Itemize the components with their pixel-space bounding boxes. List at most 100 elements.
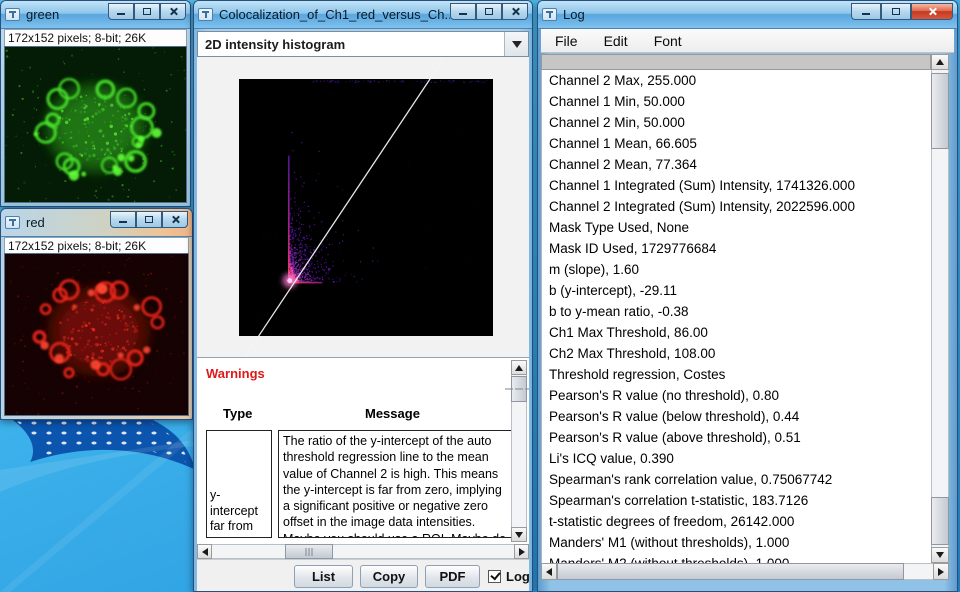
histogram-view-dropdown[interactable]: 2D intensity histogram [197,31,529,57]
maximize-button[interactable] [476,3,502,20]
scroll-up-button[interactable] [511,360,527,375]
imagej-icon [5,216,20,229]
imagej-icon [5,8,20,21]
green-window-titlebar[interactable]: green [1,1,190,29]
copy-button[interactable]: Copy [360,565,418,588]
restore-icon [145,216,153,223]
maximize-icon [143,8,151,15]
scrollbar-thumb[interactable] [931,497,949,545]
log-window-titlebar[interactable]: Log [538,1,957,29]
image-info-text: 172x152 pixels; 8-bit; 26K [4,29,187,46]
log-line: Channel 2 Max, 255.000 [549,73,931,94]
scroll-up-button[interactable] [931,54,949,70]
restore-button[interactable] [881,3,911,20]
log-line: Channel 2 Integrated (Sum) Intensity, 20… [549,199,931,220]
menu-file[interactable]: File [555,33,578,49]
red-window-titlebar[interactable]: red [1,209,192,237]
log-text-area[interactable]: Channel 2 Max, 255.000 Channel 1 Min, 50… [541,70,931,563]
log-menu-bar: File Edit Font [541,29,954,53]
restore-icon [892,8,900,15]
desktop: green 172x152 pixels; 8-bit; 26K red [0,0,960,592]
menu-edit[interactable]: Edit [604,33,628,49]
log-line: Pearson's R value (below threshold), 0.4… [549,409,931,430]
minimize-button[interactable] [108,3,134,20]
log-vscrollbar-thumb[interactable] [931,73,949,149]
scroll-right-button[interactable] [933,563,949,580]
colocalization-window: Colocalization_of_Ch1_red_versus_Ch... 2… [193,0,533,592]
warning-type-cell[interactable]: y-intercept far from [206,430,272,538]
minimize-icon [117,13,125,15]
restore-button[interactable] [136,211,162,228]
scroll-down-button[interactable] [931,547,949,563]
warnings-hscrollbar[interactable] [197,544,529,559]
log-hscrollbar[interactable] [541,563,949,580]
arrow-right-icon [519,548,525,556]
log-checkbox-label: Log [506,569,530,584]
arrow-left-icon [546,568,552,576]
2d-histogram-panel[interactable] [197,57,529,357]
log-vscrollbar[interactable] [931,54,949,563]
log-line: Pearson's R value (above threshold), 0.5… [549,430,931,451]
dropdown-selected-value: 2D intensity histogram [198,37,504,52]
log-line: b (y-intercept), -29.11 [549,283,931,304]
log-window-body: File Edit Font Channel 2 Max, 255.000 Ch… [538,29,957,591]
coloc-window-titlebar[interactable]: Colocalization_of_Ch1_red_versus_Ch... [194,1,532,29]
warnings-scrollbar-thumb[interactable] [511,376,527,402]
minimize-button[interactable] [851,3,881,20]
green-image-window: green 172x152 pixels; 8-bit; 26K [0,0,191,207]
minimize-button[interactable] [450,3,476,20]
close-icon [171,215,180,224]
window-title: red [26,215,110,230]
dropdown-arrow-button[interactable] [504,32,528,56]
scroll-left-button[interactable] [541,563,557,580]
warnings-panel: Warnings Type Message y-intercept far fr… [197,357,529,544]
minimize-icon [119,221,127,223]
chevron-down-icon [512,41,522,48]
close-icon [169,7,178,16]
red-image-canvas[interactable] [4,253,189,416]
coloc-button-bar: List Copy PDF Log [197,559,529,591]
hscrollbar-thumb[interactable] [285,544,333,559]
arrow-down-icon [936,552,944,558]
log-checkbox[interactable] [488,570,501,583]
maximize-button[interactable] [134,3,160,20]
log-hscrollbar-thumb[interactable] [557,563,904,580]
log-line: Manders' M2 (without thresholds), 1.000 [549,556,931,563]
imagej-icon [198,8,213,21]
log-window: Log File Edit Font Channel 2 Max, 255.00… [537,0,958,592]
log-line: Channel 1 Mean, 66.605 [549,136,931,157]
minimize-icon [459,13,467,15]
window-title: Colocalization_of_Ch1_red_versus_Ch... [219,7,450,22]
arrow-up-icon [936,59,944,65]
scroll-down-button[interactable] [511,527,527,542]
log-lines: Channel 2 Max, 255.000 Channel 1 Min, 50… [549,73,931,563]
log-line: Threshold regression, Costes [549,367,931,388]
log-line: Mask Type Used, None [549,220,931,241]
arrow-right-icon [938,568,944,576]
log-line: Channel 1 Min, 50.000 [549,94,931,115]
warning-message-cell[interactable]: The ratio of the y-intercept of the auto… [278,430,516,538]
coloc-window-body: 2D intensity histogram [194,29,532,591]
close-button[interactable] [160,3,186,20]
close-button[interactable] [162,211,188,228]
warnings-col-message: Message [365,406,420,421]
warnings-heading: Warnings [206,366,265,381]
log-line: Spearman's correlation t-statistic, 183.… [549,493,931,514]
image-info-text: 172x152 pixels; 8-bit; 26K [4,237,189,254]
list-button[interactable]: List [294,565,353,588]
close-icon [511,7,520,16]
log-line: m (slope), 1.60 [549,262,931,283]
arrow-down-icon [515,532,523,538]
scroll-right-button[interactable] [514,544,529,559]
scroll-left-button[interactable] [197,544,212,559]
minimize-button[interactable] [110,211,136,228]
log-line: Spearman's rank correlation value, 0.750… [549,472,931,493]
close-button[interactable] [502,3,528,20]
menu-font[interactable]: Font [654,33,682,49]
close-button[interactable] [911,3,953,20]
close-icon [928,7,937,16]
pdf-button[interactable]: PDF [425,565,480,588]
green-image-canvas[interactable] [4,46,187,203]
log-line: Ch2 Max Threshold, 108.00 [549,346,931,367]
window-title: Log [563,7,851,22]
